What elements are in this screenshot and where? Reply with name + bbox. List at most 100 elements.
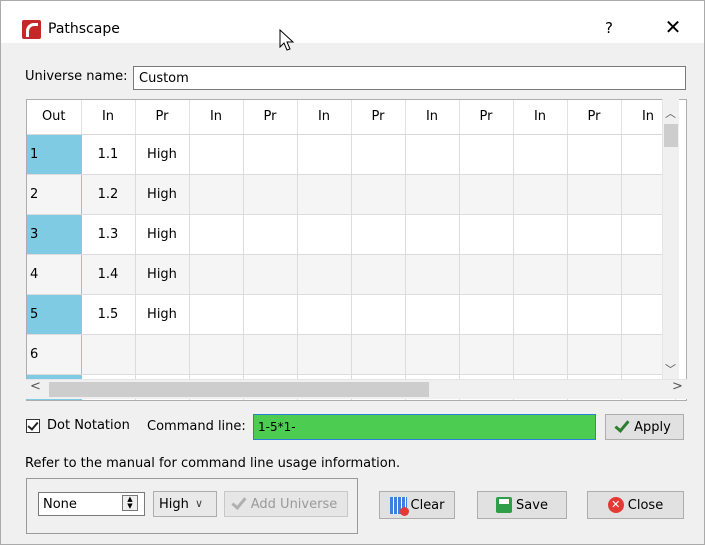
grid-cell[interactable] — [459, 334, 514, 375]
help-button[interactable]: ? — [599, 19, 619, 37]
grid-cell[interactable] — [513, 134, 568, 175]
grid-cell[interactable]: 1.3 — [81, 214, 136, 255]
column-header[interactable]: In — [189, 100, 244, 135]
add-universe-button[interactable]: Add Universe — [224, 491, 348, 517]
grid-cell[interactable] — [297, 214, 352, 255]
grid-cell[interactable] — [405, 294, 460, 335]
grid-cell[interactable] — [189, 174, 244, 215]
column-header[interactable]: In — [81, 100, 136, 135]
output-cell[interactable]: 5 — [27, 294, 82, 335]
scroll-up-icon[interactable]: ︿ — [662, 105, 679, 121]
grid-cell[interactable]: 1.5 — [81, 294, 136, 335]
grid-cell[interactable] — [189, 334, 244, 375]
grid-cell[interactable]: 1.1 — [81, 134, 136, 175]
spinbox-arrows-icon[interactable]: ▲ ▼ — [122, 495, 138, 511]
apply-button[interactable]: Apply — [605, 414, 684, 440]
grid-cell[interactable] — [351, 294, 406, 335]
priority-select-value: High — [159, 497, 189, 512]
output-cell[interactable]: 6 — [27, 334, 82, 375]
command-line-input[interactable] — [253, 414, 596, 440]
close-window-button[interactable]: ✕ — [661, 15, 685, 39]
grid-cell[interactable] — [189, 294, 244, 335]
grid-cell[interactable] — [459, 294, 514, 335]
save-button[interactable]: Save — [477, 491, 567, 519]
column-header[interactable]: Pr — [567, 100, 622, 135]
grid-cell[interactable]: High — [135, 134, 190, 175]
dot-notation-checkbox[interactable] — [26, 419, 40, 433]
grid-cell[interactable] — [243, 214, 298, 255]
grid-cell[interactable] — [567, 294, 622, 335]
output-cell[interactable]: 3 — [27, 214, 82, 255]
help-text: Refer to the manual for command line usa… — [25, 456, 401, 471]
add-universe-label: Add Universe — [250, 496, 338, 512]
output-cell[interactable]: 4 — [27, 254, 82, 295]
grid-cell[interactable] — [567, 334, 622, 375]
vertical-scroll-thumb[interactable] — [664, 124, 678, 147]
grid-cell[interactable] — [81, 334, 136, 375]
scroll-right-icon[interactable]: > — [672, 379, 683, 394]
grid-cell[interactable] — [351, 134, 406, 175]
column-header[interactable]: In — [297, 100, 352, 135]
grid-cell[interactable] — [567, 174, 622, 215]
grid-cell[interactable] — [405, 174, 460, 215]
grid-cell[interactable] — [243, 174, 298, 215]
grid-cell[interactable] — [567, 134, 622, 175]
grid-cell[interactable]: High — [135, 214, 190, 255]
scroll-down-icon[interactable]: ﹀ — [662, 361, 679, 377]
clear-grid-icon — [389, 496, 409, 516]
grid-cell[interactable] — [297, 294, 352, 335]
grid-cell[interactable] — [351, 174, 406, 215]
column-header[interactable]: In — [405, 100, 460, 135]
grid-cell[interactable] — [243, 294, 298, 335]
grid-cell[interactable] — [297, 254, 352, 295]
grid-cell[interactable] — [189, 214, 244, 255]
grid-cell[interactable] — [405, 334, 460, 375]
close-button[interactable]: ✕ Close — [587, 491, 684, 519]
grid-cell[interactable] — [189, 254, 244, 295]
grid-cell[interactable] — [351, 254, 406, 295]
clear-button[interactable]: Clear — [379, 491, 455, 519]
grid-cell[interactable]: High — [135, 294, 190, 335]
output-cell[interactable]: 1 — [27, 134, 82, 175]
column-header[interactable]: Out — [27, 100, 82, 135]
grid-cell[interactable] — [513, 254, 568, 295]
column-header[interactable]: Pr — [351, 100, 406, 135]
grid-cell[interactable]: 1.2 — [81, 174, 136, 215]
grid-cell[interactable] — [135, 334, 190, 375]
grid-cell[interactable] — [459, 214, 514, 255]
grid-cell[interactable] — [405, 254, 460, 295]
grid-cell[interactable] — [405, 134, 460, 175]
scroll-left-icon[interactable]: < — [30, 379, 41, 394]
grid-cell[interactable] — [243, 254, 298, 295]
column-header[interactable]: Pr — [459, 100, 514, 135]
grid-cell[interactable] — [459, 134, 514, 175]
column-header[interactable]: Pr — [135, 100, 190, 135]
grid-cell[interactable] — [351, 214, 406, 255]
grid-cell[interactable] — [567, 214, 622, 255]
grid-cell[interactable]: 1.4 — [81, 254, 136, 295]
horizontal-scroll-thumb[interactable] — [49, 382, 429, 397]
grid-cell[interactable] — [567, 254, 622, 295]
grid-cell[interactable] — [297, 134, 352, 175]
dot-notation-label[interactable]: Dot Notation — [47, 418, 130, 433]
output-cell[interactable]: 2 — [27, 174, 82, 215]
grid-cell[interactable] — [351, 334, 406, 375]
grid-cell[interactable]: High — [135, 174, 190, 215]
grid-cell[interactable] — [513, 174, 568, 215]
grid-cell[interactable] — [513, 334, 568, 375]
column-header[interactable]: In — [513, 100, 568, 135]
routing-grid[interactable]: Out In Pr In Pr In Pr In Pr In Pr In 1 1.1 High 2 1.2 Hi… — [26, 99, 687, 401]
grid-cell[interactable] — [459, 174, 514, 215]
grid-cell[interactable] — [297, 174, 352, 215]
universe-name-input[interactable] — [133, 66, 686, 90]
grid-cell[interactable] — [513, 214, 568, 255]
grid-cell[interactable] — [513, 294, 568, 335]
grid-cell[interactable] — [297, 334, 352, 375]
grid-cell[interactable] — [189, 134, 244, 175]
grid-cell[interactable] — [459, 254, 514, 295]
grid-cell[interactable] — [405, 214, 460, 255]
grid-cell[interactable] — [243, 134, 298, 175]
grid-cell[interactable] — [243, 334, 298, 375]
grid-cell[interactable]: High — [135, 254, 190, 295]
column-header[interactable]: Pr — [243, 100, 298, 135]
